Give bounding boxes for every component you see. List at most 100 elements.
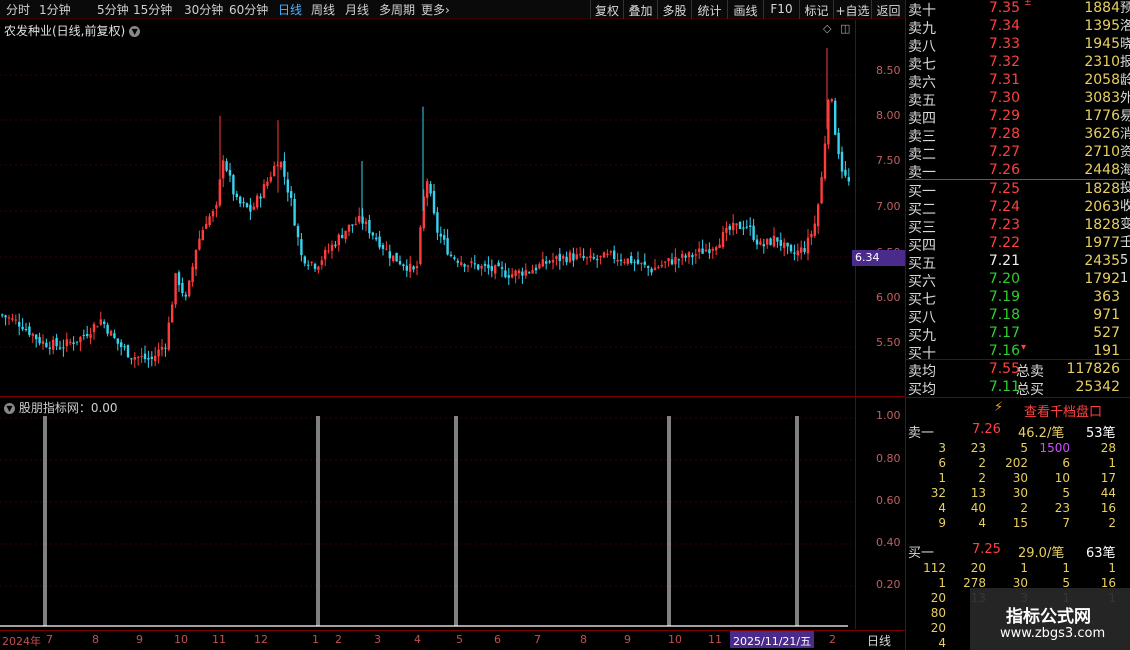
bid-level-row[interactable]: 买七 7.19 363	[906, 289, 1126, 308]
bid-level-row[interactable]: 买一 7.25 1828	[906, 181, 1126, 200]
overlay-button[interactable]: 叠加	[623, 0, 657, 19]
period-tab-more[interactable]: 更多›	[421, 1, 450, 18]
candle-body	[344, 230, 347, 240]
level-price: 7.22	[988, 235, 1020, 251]
ask-level-row[interactable]: 卖十 7.35 ±1884	[906, 0, 1126, 19]
side-strip-char: 外	[1120, 91, 1130, 106]
mark-button[interactable]: 标记	[799, 0, 833, 19]
ask-level-row[interactable]: 卖八 7.33 1945	[906, 36, 1126, 55]
level-price: 7.28	[988, 126, 1020, 142]
candle-body	[585, 257, 589, 259]
bid-level-row[interactable]: 买二 7.24 2063	[906, 199, 1126, 218]
candle-body	[589, 255, 592, 258]
order-book-panel: 卖十 7.35 ±1884 卖九 7.34 1395 卖八 7.33 1945 卖七 7.32 231…	[905, 0, 1130, 650]
add-favorite-button[interactable]: +自选	[833, 0, 871, 19]
candle-body	[786, 242, 789, 247]
queue-label: 买一	[908, 546, 935, 561]
candle-body	[534, 267, 538, 271]
more-label: 更多	[421, 3, 446, 17]
ask-level-row[interactable]: 卖四 7.29 1776	[906, 108, 1126, 127]
draw-line-button[interactable]: 画线	[727, 0, 763, 19]
side-info-strip[interactable]: 预洛晓报龄外易消资海投收变壬 5 1	[1120, 0, 1130, 360]
period-tab-fenshi[interactable]: 分时	[6, 1, 30, 18]
candle-body	[334, 244, 337, 247]
level-price: 7.32	[988, 54, 1020, 70]
queue-cell: 30	[1012, 471, 1028, 485]
bid-level-row[interactable]: 买三 7.23 1828	[906, 217, 1126, 236]
level-label: 买七	[908, 292, 936, 308]
date-tick: 4	[414, 633, 421, 646]
candle-body	[21, 326, 24, 330]
candle-body	[11, 318, 14, 320]
ask-level-row[interactable]: 卖二 7.27 2710	[906, 144, 1126, 163]
period-tab-monthly[interactable]: 月线	[345, 1, 369, 18]
candle-body	[721, 232, 725, 248]
candle-body	[296, 226, 300, 238]
ask-level-row[interactable]: 卖九 7.34 1395	[906, 18, 1126, 37]
ask-level-row[interactable]: 卖六 7.31 2058	[906, 72, 1126, 91]
bid-level-row[interactable]: 买六 7.20 1792	[906, 271, 1126, 290]
queue-cell: 1	[1108, 561, 1116, 575]
bid-level-row[interactable]: 买九 7.17 527	[906, 325, 1126, 344]
date-tick: 2024年	[2, 635, 41, 648]
level-volume: 1792	[1084, 271, 1120, 287]
candle-body	[133, 357, 136, 360]
side-strip-char: 预	[1120, 1, 1130, 16]
f10-button[interactable]: F10	[763, 0, 799, 19]
candle-body	[453, 257, 456, 259]
period-tab-weekly[interactable]: 周线	[311, 1, 335, 18]
candle-body	[490, 266, 493, 271]
candle-body	[820, 176, 823, 204]
candle-body	[810, 233, 813, 238]
period-tab-30min[interactable]: 30分钟	[184, 1, 223, 18]
ask-level-row[interactable]: 卖一 7.26 2448	[906, 162, 1126, 181]
candle-body	[701, 248, 704, 254]
queue-cell: 4	[978, 516, 986, 530]
bid-level-row[interactable]: 买八 7.18 971	[906, 307, 1126, 326]
bid-level-row[interactable]: 买四 7.22 1977	[906, 235, 1126, 254]
candle-body	[456, 260, 459, 263]
period-tab-60min[interactable]: 60分钟	[229, 1, 268, 18]
level-label: 卖三	[908, 129, 936, 145]
candle-body	[436, 212, 439, 233]
view-depth-button[interactable]: ⚡ 查看千档盘口	[906, 398, 1130, 420]
back-button[interactable]: 返回	[871, 0, 905, 19]
candle-body	[562, 255, 565, 259]
level-label: 卖二	[908, 147, 936, 163]
candle-body	[167, 322, 170, 350]
ask-queue-header: 卖一 7.26 46.2/笔 53笔	[906, 422, 1126, 441]
queue-cell: 1	[938, 576, 946, 590]
period-tab-daily[interactable]: 日线	[278, 1, 302, 18]
period-tab-15min[interactable]: 15分钟	[133, 1, 172, 18]
candle-body	[378, 236, 381, 248]
ask-level-row[interactable]: 卖七 7.32 2310	[906, 54, 1126, 73]
candle-body	[667, 258, 670, 262]
candle-body	[715, 247, 718, 251]
level-label: 买九	[908, 328, 936, 344]
queue-count: 63笔	[1086, 546, 1116, 561]
queue-row: 32 13 30 5 44	[906, 486, 1126, 501]
ask-level-row[interactable]: 卖五 7.30 3083	[906, 90, 1126, 109]
period-tab-multi[interactable]: 多周期	[379, 1, 415, 18]
bid-level-row[interactable]: 买五 7.21 2435	[906, 253, 1126, 272]
candle-body	[660, 265, 663, 267]
candle-body	[388, 251, 391, 259]
candle-body	[548, 261, 551, 263]
level-price: 7.25	[988, 181, 1020, 197]
candle-body	[86, 333, 89, 337]
period-tab-5min[interactable]: 5分钟	[97, 1, 129, 18]
period-label[interactable]: 日线	[867, 632, 891, 649]
fuquan-button[interactable]: 复权	[590, 0, 623, 19]
stats-button[interactable]: 统计	[691, 0, 727, 19]
candle-body	[847, 177, 850, 182]
candle-body	[215, 204, 218, 209]
candlestick-chart[interactable]	[0, 20, 855, 396]
period-tab-1min[interactable]: 1分钟	[39, 1, 71, 18]
multi-stock-button[interactable]: 多股	[657, 0, 691, 19]
candle-body	[55, 337, 58, 347]
candle-body	[113, 333, 116, 338]
indicator-chart[interactable]	[0, 397, 855, 630]
candle-body	[317, 266, 320, 270]
candle-body	[351, 224, 354, 226]
ask-level-row[interactable]: 卖三 7.28 3626	[906, 126, 1126, 145]
